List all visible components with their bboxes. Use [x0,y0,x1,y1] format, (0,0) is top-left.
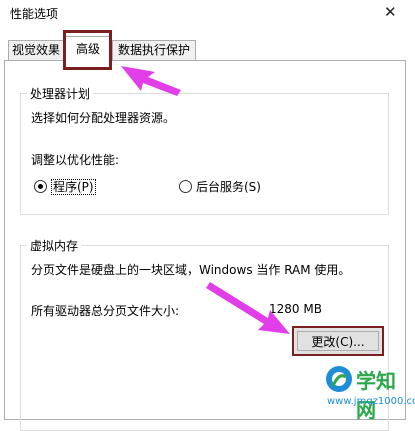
window-title: 性能选项 [10,7,59,21]
programs-radio-label[interactable]: 程序(P) [51,178,96,195]
adjust-performance-label: 调整以优化性能: [31,153,120,167]
background-services-radio-label[interactable]: 后台服务(S) [196,178,261,195]
watermark-title: 学知网 [356,369,396,422]
change-button-highlight: 更改(C)... [292,326,384,356]
background-services-radio[interactable] [179,180,192,193]
virtual-memory-description: 分页文件是硬盘上的一块区域，Windows 当作 RAM 使用。 [31,263,351,277]
total-paging-size-label: 所有驱动器总分页文件大小: [31,304,180,318]
tab-visual-effects[interactable]: 视觉效果 [8,40,64,60]
close-icon[interactable]: ✕ [384,4,397,20]
tab-label: 数据执行保护 [117,43,190,57]
processor-scheduling-legend: 处理器计划 [27,85,94,102]
change-button[interactable]: 更改(C)... [297,331,379,351]
watermark-logo-icon [326,366,352,392]
tab-label: 视觉效果 [11,43,60,57]
programs-radio[interactable] [34,180,47,193]
arrow-to-advanced-tab-icon [121,66,181,96]
watermark: 学知网 www.jmqz1000.com [322,362,415,422]
virtual-memory-legend: 虚拟内存 [27,237,82,254]
processor-scheduling-description: 选择如何分配处理器资源。 [31,111,176,125]
tab-data-execution-prevention[interactable]: 数据执行保护 [112,40,196,60]
tab-highlight-box [63,30,112,70]
arrow-to-change-button-icon [206,282,290,334]
watermark-url: www.jmqz1000.com [327,396,415,407]
